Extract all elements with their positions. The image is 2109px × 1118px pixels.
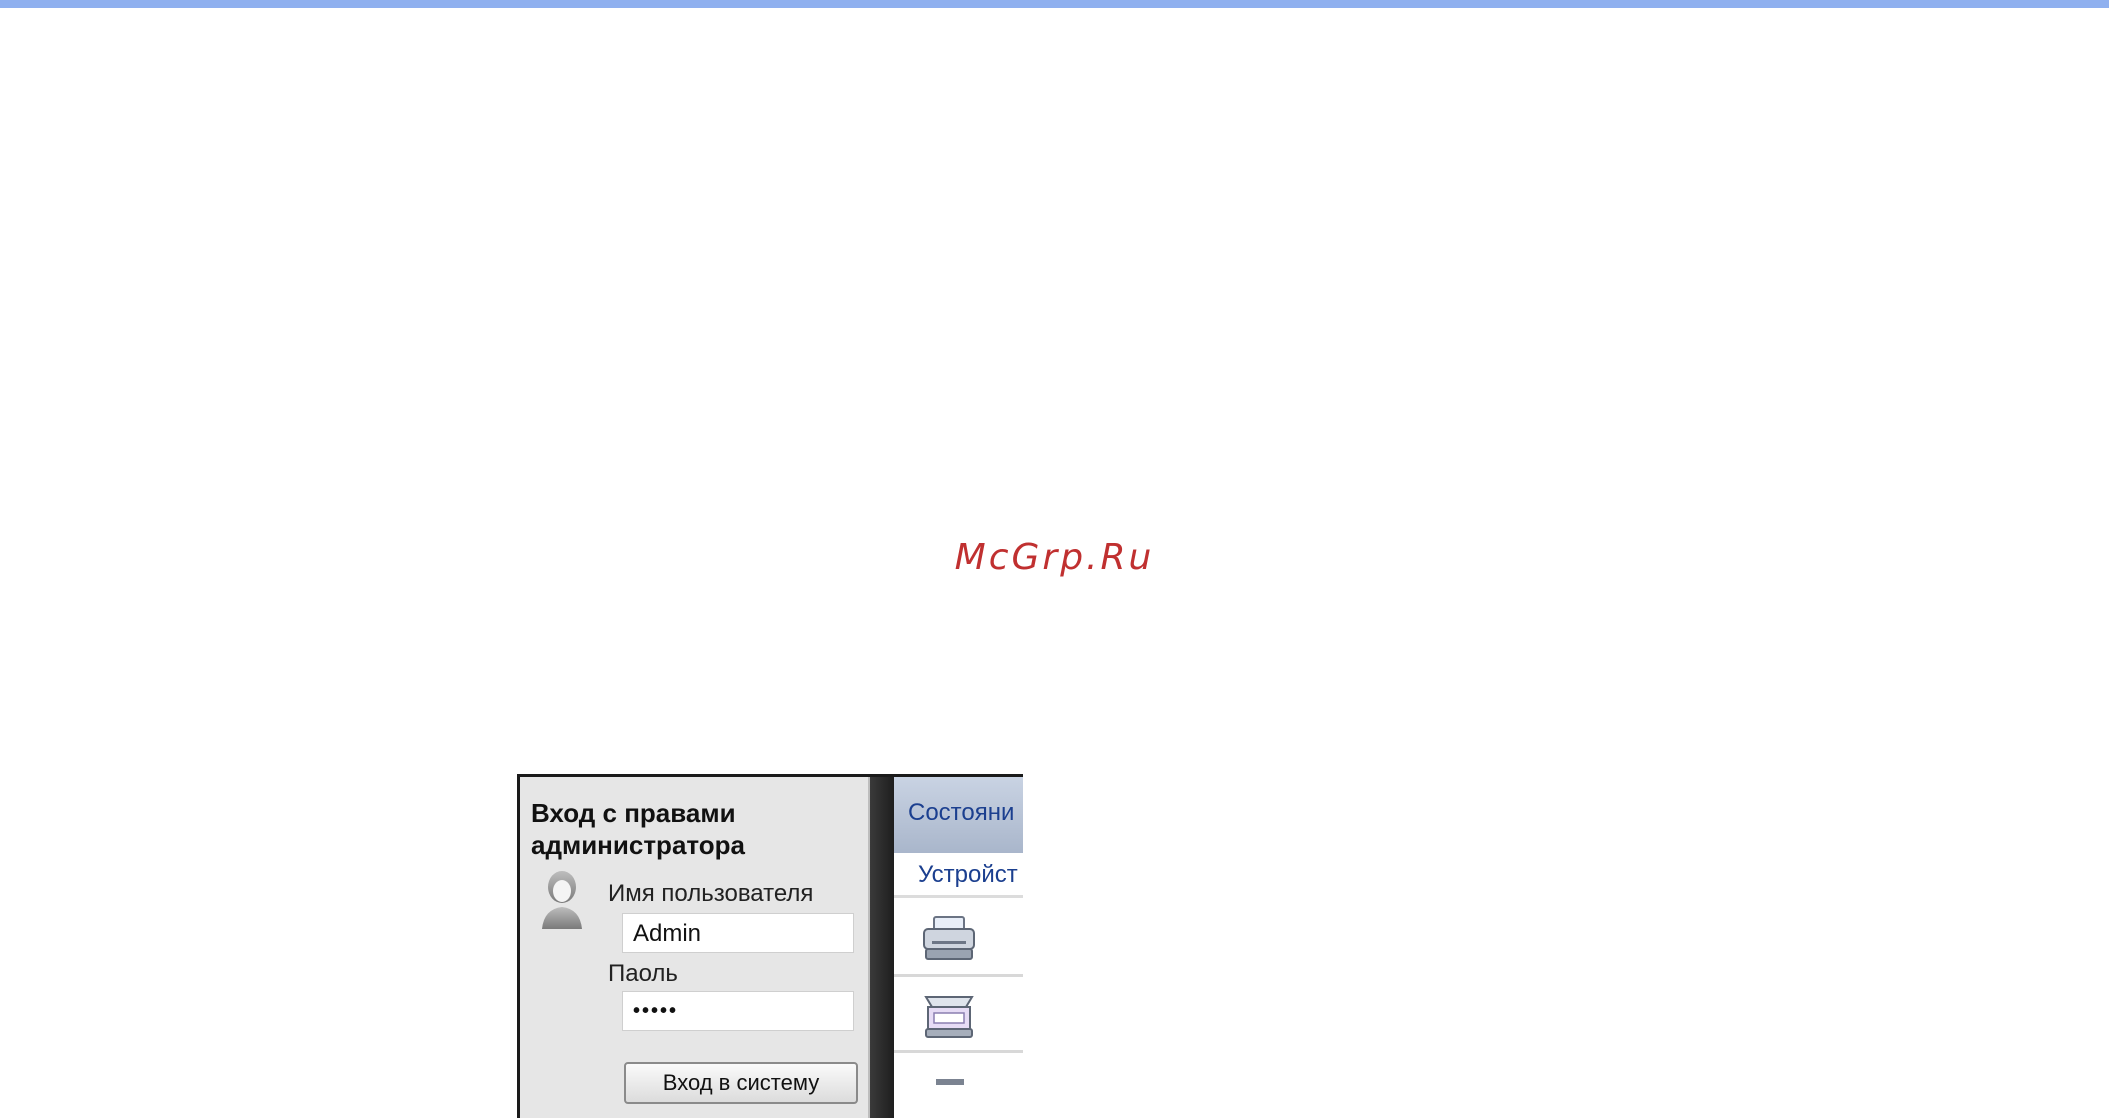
- scanner-icon: [924, 996, 974, 1038]
- device-row-printer[interactable]: [894, 901, 1023, 977]
- username-label: Имя пользователя: [608, 880, 814, 907]
- admin-login-screenshot: Вход с правами администратора Имя пользо…: [517, 774, 1023, 1118]
- password-label: Паоль: [608, 960, 678, 987]
- status-tab-bar: Состояни: [894, 777, 1023, 853]
- panel-divider: [870, 777, 894, 1118]
- device-icon: [936, 1079, 964, 1085]
- device-status-pane: Состояни Устройст: [894, 777, 1023, 1118]
- watermark-text: McGrp.Ru: [954, 537, 1155, 578]
- device-row-other[interactable]: [894, 1053, 1023, 1118]
- printer-icon: [923, 916, 975, 960]
- login-title: Вход с правами администратора: [531, 798, 746, 860]
- username-field[interactable]: Admin: [622, 913, 854, 953]
- tab-status[interactable]: Состояни: [908, 799, 1014, 827]
- sub-divider: [894, 895, 1023, 898]
- user-avatar-icon: [542, 871, 582, 929]
- login-button[interactable]: Вход в систему: [624, 1062, 858, 1104]
- password-field[interactable]: •••••: [622, 991, 854, 1031]
- top-rule: [0, 0, 2109, 8]
- device-link[interactable]: Устройст: [918, 861, 1018, 889]
- admin-login-panel: Вход с правами администратора Имя пользо…: [520, 777, 870, 1118]
- device-row-scanner[interactable]: [894, 977, 1023, 1053]
